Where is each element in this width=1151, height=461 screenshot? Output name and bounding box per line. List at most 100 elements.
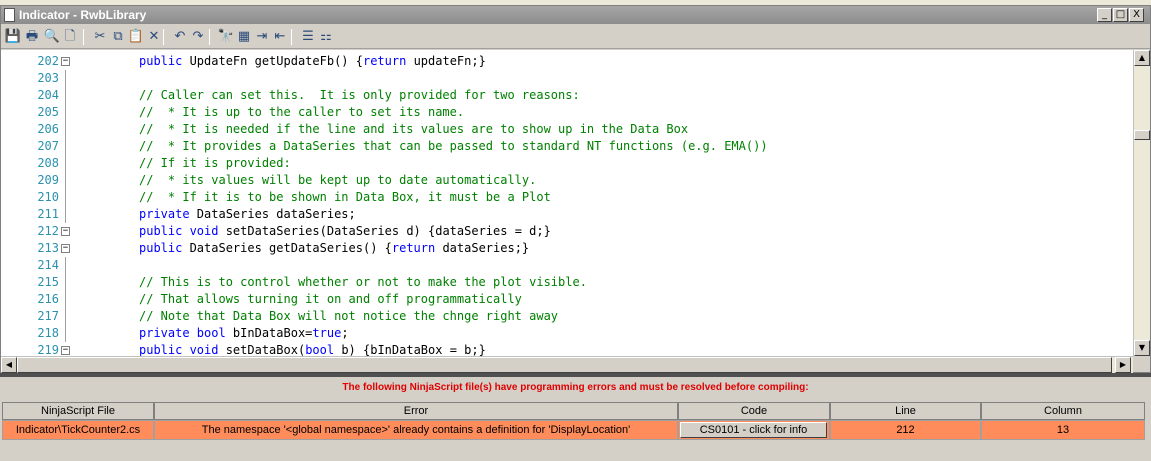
code-line[interactable]: 213− public DataSeries getDataSeries() {r… [1,240,1131,257]
cut-icon[interactable]: ✂ [91,28,109,46]
code-text: private bool bInDataBox=true; [139,325,349,342]
find-icon[interactable]: 🔭 [217,28,235,46]
code-line[interactable]: 215 // This is to control whether or not … [1,274,1131,291]
comment-token: // This is to control whether or not to … [139,275,587,289]
code-line[interactable]: 208 // If it is provided: [1,155,1131,172]
line-number: 212 [37,224,59,238]
scroll-right-icon[interactable]: ▶ [1115,357,1131,373]
collapse-icon[interactable]: − [61,244,70,253]
vertical-scroll-thumb[interactable] [1134,130,1150,140]
error-cell-column[interactable]: 13 [981,420,1145,440]
horizontal-scroll-thumb[interactable] [17,357,1112,373]
comment-token: // * its values will be kept up to date … [139,173,537,187]
code-line[interactable]: 212− public void setDataSeries(DataSeries… [1,223,1131,240]
editor-window: Indicator - RwbLibrary _ □ X 💾 🖶 🔍 🗋 ✂ ⧉ 📋 ✕ ↶ ↷ 🔭… [0,5,1151,373]
line-number: 218 [37,326,59,340]
horizontal-scrollbar[interactable]: ◀ ▶ [1,356,1133,373]
fold-guide [65,70,66,87]
code-token: setDataSeries(DataSeries d) {dataSeries … [218,224,551,238]
error-heading: The following NinjaScript file(s) have p… [342,382,809,393]
uncomment-icon[interactable]: ⚏ [317,28,335,46]
code-line[interactable]: 202− public UpdateFn getUpdateFb() {retur… [1,53,1131,70]
comment-token: // * It provides a DataSeries that can b… [139,139,768,153]
error-cell-message[interactable]: The namespace '<global namespace>' alrea… [154,420,678,440]
collapse-icon[interactable]: − [61,346,70,355]
column-header-code[interactable]: Code [678,402,830,420]
print-preview-icon[interactable]: 🔍 [43,28,61,46]
code-text: private DataSeries dataSeries; [139,206,356,223]
comment-icon[interactable]: ☰ [299,28,317,46]
toolbar-separator [83,29,84,45]
replace-icon[interactable]: ▦ [235,28,253,46]
code-text: // * its values will be kept up to date … [139,172,536,189]
toolbar: 💾 🖶 🔍 🗋 ✂ ⧉ 📋 ✕ ↶ ↷ 🔭 ▦ ⇥ ⇤ ☰ ⚏ [1,25,1150,49]
code-line[interactable]: 206 // * It is needed if the line and its… [1,121,1131,138]
error-cell-line[interactable]: 212 [830,420,981,440]
fold-guide [65,172,66,189]
keyword-token: bool [305,343,335,357]
redo-icon[interactable]: ↷ [189,28,207,46]
code-line[interactable]: 204 // Caller can set this. It is only pr… [1,87,1131,104]
code-token: DataSeries getDataSeries() { [182,241,392,255]
code-line[interactable]: 205 // * It is up to the caller to set it… [1,104,1131,121]
vertical-scrollbar[interactable]: ▲ ▼ [1133,50,1150,356]
delete-icon[interactable]: ✕ [145,28,163,46]
line-number: 207 [37,139,59,153]
save-icon[interactable]: 💾 [4,28,22,46]
scroll-down-icon[interactable]: ▼ [1134,340,1150,356]
code-line[interactable]: 216 // That allows turning it on and off … [1,291,1131,308]
page-setup-icon[interactable]: 🗋 [61,28,79,46]
close-button[interactable]: X [1129,8,1144,22]
code-line[interactable]: 217 // Note that Data Box will not notice… [1,308,1131,325]
line-number: 213 [37,241,59,255]
code-text: // If it is provided: [139,155,291,172]
code-text: // Caller can set this. It is only provi… [139,87,580,104]
fold-guide [65,189,66,206]
code-text: public UpdateFn getUpdateFb() {return up… [139,53,486,70]
undo-icon[interactable]: ↶ [171,28,189,46]
code-line[interactable]: 207 // * It provides a DataSeries that ca… [1,138,1131,155]
error-cell-file[interactable]: Indicator\TickCounter2.cs [2,420,154,440]
code-editor[interactable]: 202− public UpdateFn getUpdateFb() {retur… [1,50,1150,357]
column-header-line[interactable]: Line [830,402,981,420]
fold-guide [65,308,66,325]
code-line[interactable]: 203 [1,70,1131,87]
code-line[interactable]: 209 // * its values will be kept up to da… [1,172,1131,189]
code-info-button[interactable]: CS0101 - click for info [680,422,827,438]
restore-button[interactable]: □ [1113,8,1128,22]
collapse-icon[interactable]: − [61,57,70,66]
fold-guide [65,155,66,172]
code-line[interactable]: 210 // * If it is to be shown in Data Box… [1,189,1131,206]
code-text: // * It is up to the caller to set its n… [139,104,464,121]
comment-token: // If it is provided: [139,156,291,170]
code-line[interactable]: 218 private bool bInDataBox=true; [1,325,1131,342]
outdent-icon[interactable]: ⇤ [271,28,289,46]
column-header-file[interactable]: NinjaScript File [2,402,154,420]
scroll-left-icon[interactable]: ◀ [1,357,17,373]
scroll-up-icon[interactable]: ▲ [1134,50,1150,66]
line-number: 217 [37,309,59,323]
line-number: 215 [37,275,59,289]
copy-icon[interactable]: ⧉ [109,28,127,46]
code-token: dataSeries;} [435,241,530,255]
column-header-error[interactable]: Error [154,402,678,420]
minimize-button[interactable]: _ [1097,8,1112,22]
line-number: 205 [37,105,59,119]
code-token: DataSeries dataSeries; [189,207,356,221]
fold-guide [65,257,66,274]
collapse-icon[interactable]: − [61,227,70,236]
fold-guide [65,291,66,308]
print-icon[interactable]: 🖶 [23,28,41,46]
code-text: // * It provides a DataSeries that can b… [139,138,768,155]
indent-icon[interactable]: ⇥ [253,28,271,46]
code-line[interactable]: 214 [1,257,1131,274]
paste-icon[interactable]: 📋 [127,28,145,46]
fold-guide [65,274,66,291]
code-text: // * It is needed if the line and its va… [139,121,688,138]
comment-token: // That allows turning it on and off pro… [139,292,522,306]
code-text: public DataSeries getDataSeries() {retur… [139,240,529,257]
title-bar[interactable]: Indicator - RwbLibrary _ □ X [1,6,1150,24]
code-line[interactable]: 211 private DataSeries dataSeries; [1,206,1131,223]
keyword-token: public [139,241,183,255]
column-header-column[interactable]: Column [981,402,1145,420]
